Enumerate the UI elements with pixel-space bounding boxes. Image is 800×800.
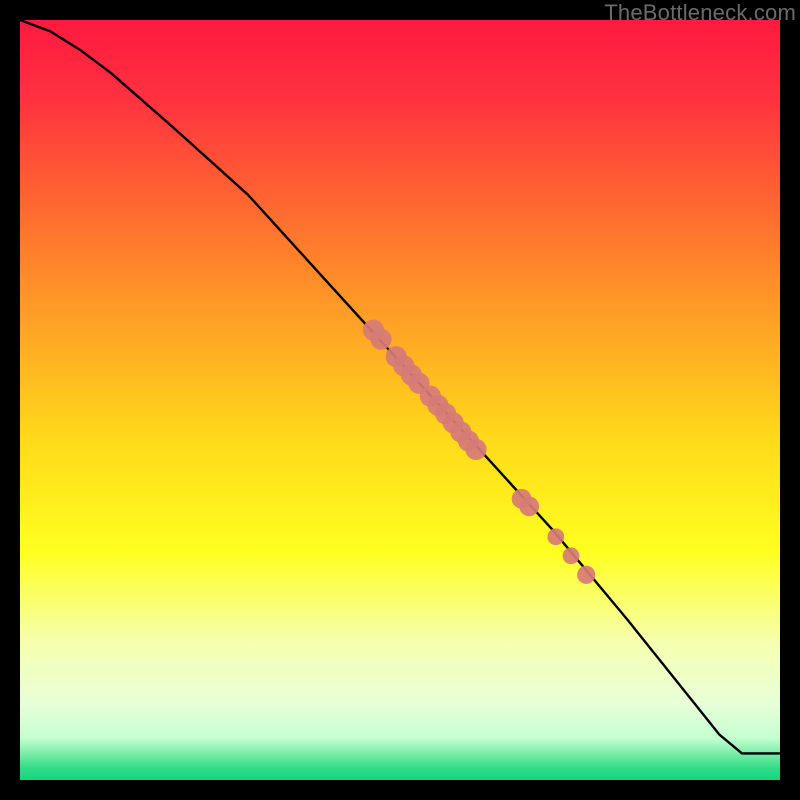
data-point: [465, 439, 486, 460]
data-point: [370, 329, 391, 350]
data-point: [547, 528, 564, 545]
plot-area: [20, 20, 780, 780]
chart-stage: TheBottleneck.com: [0, 0, 800, 800]
chart-svg: [20, 20, 780, 780]
data-point: [519, 497, 539, 517]
data-point: [563, 547, 580, 564]
data-point: [577, 566, 595, 584]
watermark-label: TheBottleneck.com: [604, 0, 796, 26]
